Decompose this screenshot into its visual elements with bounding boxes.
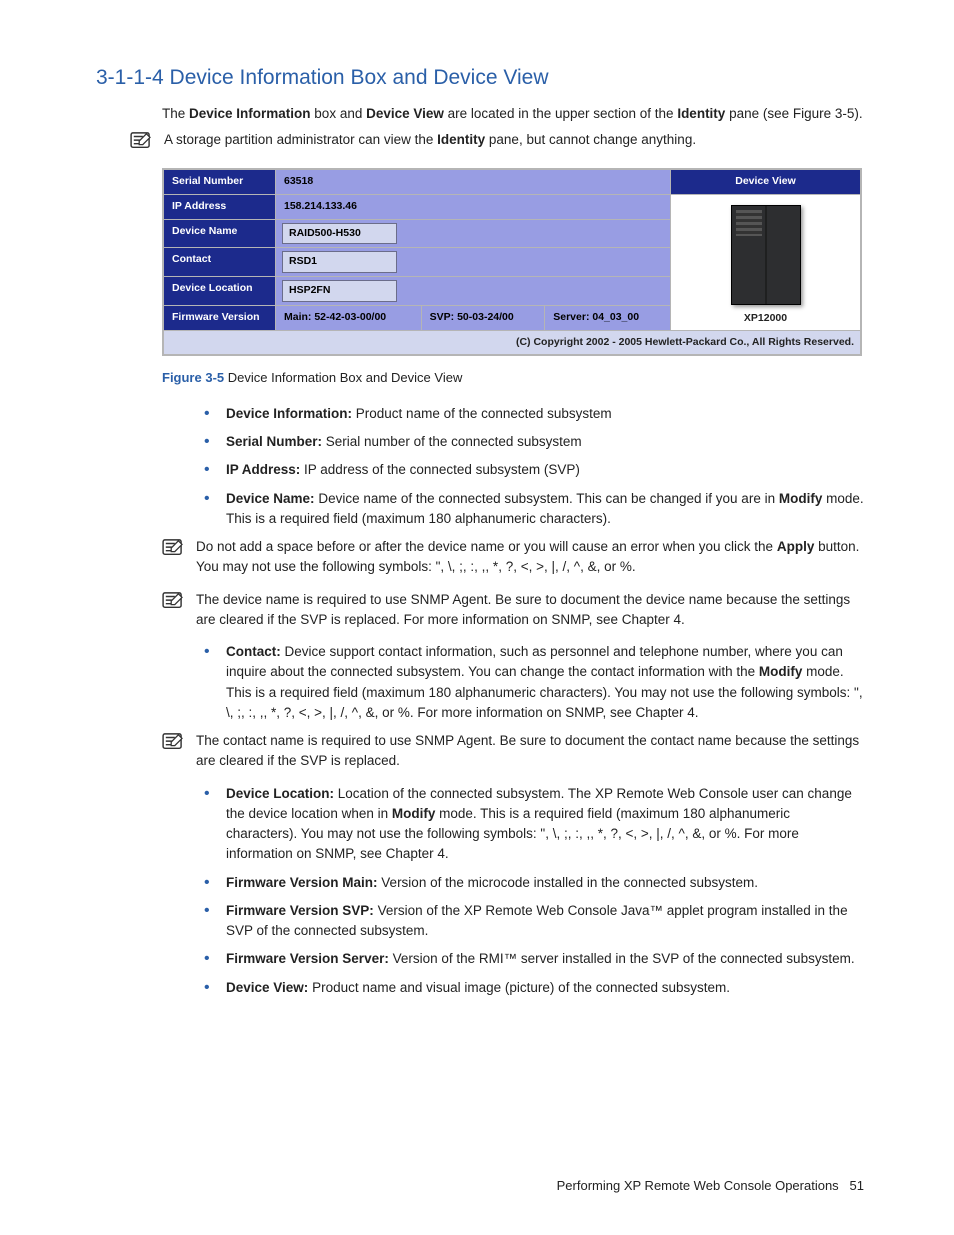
figure-caption-text: Device Information Box and Device View — [224, 370, 462, 385]
text: pane, but cannot change anything. — [485, 132, 696, 147]
value-fw-main: Main: 52-42-03-00/00 — [276, 305, 422, 330]
term: Device View: — [226, 980, 308, 995]
page-footer: Performing XP Remote Web Console Operati… — [557, 1176, 864, 1196]
note-icon — [162, 539, 184, 563]
text: Product name of the connected subsystem — [352, 406, 612, 421]
list-item: Firmware Version Main: Version of the mi… — [196, 873, 864, 893]
term-identity: Identity — [437, 132, 485, 147]
cell-device-name: RAID500-H530 — [276, 219, 671, 248]
contact-field[interactable]: RSD1 — [282, 251, 397, 273]
bullet-list-3: Device Location: Location of the connect… — [196, 784, 864, 998]
cell-contact: RSD1 — [276, 248, 671, 277]
text: pane (see Figure 3-5). — [725, 106, 862, 121]
product-name: XP12000 — [677, 311, 854, 327]
text: Do not add a space before or after the d… — [196, 539, 777, 554]
bullet-list-1: Device Information: Product name of the … — [196, 404, 864, 529]
term: Firmware Version Server: — [226, 951, 389, 966]
list-item: Firmware Version SVP: Version of the XP … — [196, 901, 864, 942]
note-icon — [162, 733, 184, 757]
value-fw-svp: SVP: 50-03-24/00 — [421, 305, 545, 330]
term: Serial Number: — [226, 434, 322, 449]
note-icon — [162, 592, 184, 616]
text: Device name of the connected subsystem. … — [315, 491, 779, 506]
term-modify: Modify — [759, 664, 803, 679]
note-text: Do not add a space before or after the d… — [196, 537, 864, 578]
note-icon — [130, 132, 152, 156]
list-item: Firmware Version Server: Version of the … — [196, 949, 864, 969]
footer-text: Performing XP Remote Web Console Operati… — [557, 1178, 839, 1193]
list-item: Device Name: Device name of the connecte… — [196, 489, 864, 530]
page-number: 51 — [850, 1178, 864, 1193]
term-apply: Apply — [777, 539, 815, 554]
term-device-view: Device View — [366, 106, 444, 121]
figure-copyright: (C) Copyright 2002 - 2005 Hewlett-Packar… — [163, 331, 861, 356]
list-item: Serial Number: Serial number of the conn… — [196, 432, 864, 452]
label-firmware-version: Firmware Version — [164, 305, 276, 330]
term: Device Location: — [226, 786, 334, 801]
text: The — [162, 106, 189, 121]
figure-caption: Figure 3-5 Device Information Box and De… — [162, 368, 864, 388]
note-text: A storage partition administrator can vi… — [164, 130, 864, 150]
term: Device Name: — [226, 491, 315, 506]
device-view-header: Device View — [671, 170, 861, 195]
cell-device-location: HSP2FN — [276, 277, 671, 306]
term: Firmware Version Main: — [226, 875, 378, 890]
device-image — [731, 205, 801, 305]
note-text: The device name is required to use SNMP … — [196, 590, 864, 631]
term: Contact: — [226, 644, 281, 659]
list-item: Device Information: Product name of the … — [196, 404, 864, 424]
value-ip-address: 158.214.133.46 — [276, 194, 671, 219]
value-serial-number: 63518 — [276, 170, 671, 195]
label-serial-number: Serial Number — [164, 170, 276, 195]
list-item: Device View: Product name and visual ima… — [196, 978, 864, 998]
figure-3-5: Serial Number 63518 Device View IP Addre… — [162, 168, 862, 356]
bullet-list-2: Contact: Device support contact informat… — [196, 642, 864, 723]
label-device-name: Device Name — [164, 219, 276, 248]
text: Product name and visual image (picture) … — [308, 980, 730, 995]
list-item: IP Address: IP address of the connected … — [196, 460, 864, 480]
text: IP address of the connected subsystem (S… — [300, 462, 580, 477]
label-contact: Contact — [164, 248, 276, 277]
value-fw-server: Server: 04_03_00 — [545, 305, 671, 330]
label-device-location: Device Location — [164, 277, 276, 306]
device-name-field[interactable]: RAID500-H530 — [282, 223, 397, 245]
list-item: Device Location: Location of the connect… — [196, 784, 864, 865]
section-heading: 3-1-1-4 Device Information Box and Devic… — [96, 62, 864, 94]
term: Device Information: — [226, 406, 352, 421]
intro-paragraph: The Device Information box and Device Vi… — [162, 104, 864, 124]
device-view-body: XP12000 — [671, 194, 861, 330]
term-identity: Identity — [677, 106, 725, 121]
term: Firmware Version SVP: — [226, 903, 374, 918]
text: A storage partition administrator can vi… — [164, 132, 437, 147]
text: Serial number of the connected subsystem — [322, 434, 582, 449]
term: IP Address: — [226, 462, 300, 477]
list-item: Contact: Device support contact informat… — [196, 642, 864, 723]
figure-label: Figure 3-5 — [162, 370, 224, 385]
text: box and — [311, 106, 367, 121]
term-device-information: Device Information — [189, 106, 311, 121]
text: Version of the microcode installed in th… — [378, 875, 758, 890]
note-text: The contact name is required to use SNMP… — [196, 731, 864, 772]
text: Device support contact information, such… — [226, 644, 843, 679]
device-location-field[interactable]: HSP2FN — [282, 280, 397, 302]
label-ip-address: IP Address — [164, 194, 276, 219]
text: are located in the upper section of the — [444, 106, 677, 121]
term-modify: Modify — [779, 491, 823, 506]
text: Version of the RMI™ server installed in … — [389, 951, 855, 966]
term-modify: Modify — [392, 806, 436, 821]
